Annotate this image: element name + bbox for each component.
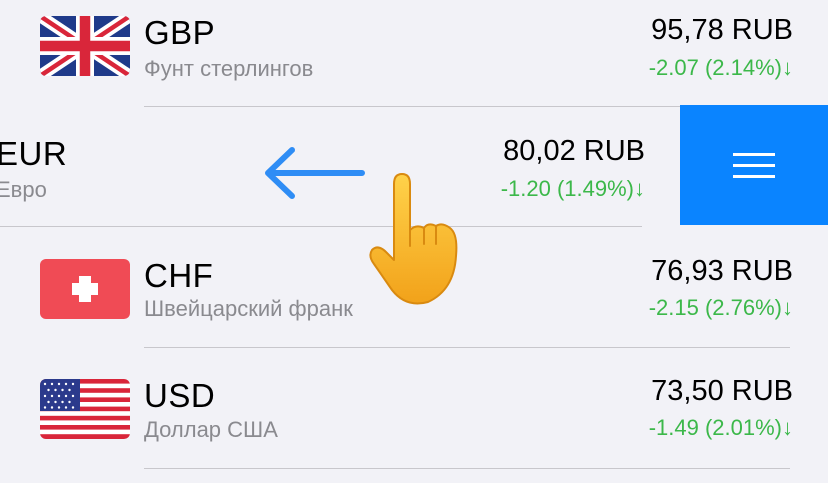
currency-name: Евро <box>0 177 47 202</box>
swipe-menu-button[interactable] <box>680 105 828 225</box>
currency-code: CHF <box>144 257 214 294</box>
row-separator <box>0 226 642 227</box>
currency-change: -2.15 (2.76%)↓ <box>648 295 793 320</box>
hamburger-menu-icon-bar <box>733 164 775 167</box>
pointing-hand-icon <box>366 172 462 313</box>
currency-code: GBP <box>144 14 216 51</box>
currency-change: -1.49 (2.01%)↓ <box>648 415 793 440</box>
currency-name: Фунт стерлингов <box>144 56 314 81</box>
swipe-left-arrow-icon <box>262 146 366 205</box>
currency-rate: 95,78 RUB <box>651 14 793 46</box>
currency-change: -2.07 (2.14%)↓ <box>648 55 793 80</box>
currency-change: -1.20 (1.49%)↓ <box>500 176 645 201</box>
hamburger-menu-icon-bar <box>733 175 775 178</box>
currency-rate: 76,93 RUB <box>651 255 793 287</box>
currency-name: Доллар США <box>144 417 278 442</box>
currency-row-usd[interactable]: USD Доллар США 73,50 RUB -1.49 (2.01%)↓ <box>0 355 828 475</box>
currency-rate: 80,02 RUB <box>503 135 645 167</box>
currency-name: Швейцарский франк <box>144 296 353 321</box>
us-flag-icon <box>40 379 130 439</box>
row-separator <box>144 347 790 348</box>
currency-code: EUR <box>0 135 68 172</box>
uk-flag-icon <box>40 16 130 76</box>
swiss-flag-icon <box>40 259 130 319</box>
currency-rate: 73,50 RUB <box>651 375 793 407</box>
currency-row-gbp[interactable]: GBP Фунт стерлингов 95,78 RUB -2.07 (2.1… <box>0 0 828 114</box>
currency-code: USD <box>144 377 216 414</box>
hamburger-menu-icon <box>733 153 775 156</box>
row-separator <box>144 468 790 469</box>
